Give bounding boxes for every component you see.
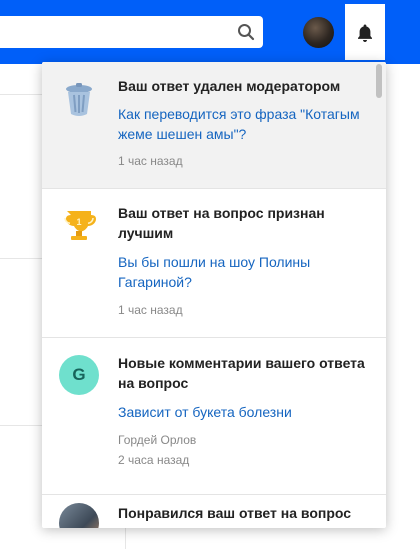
notification-item[interactable]: Понравился ваш ответ на вопрос	[42, 495, 386, 528]
page-divider	[0, 258, 42, 259]
top-bar	[0, 0, 420, 64]
question-link[interactable]: Как переводится это фраза "Котагым жеме …	[118, 104, 368, 144]
notification-time: 2 часа назад	[118, 453, 190, 467]
trophy-icon: 1	[64, 211, 96, 240]
letter-avatar: G	[59, 355, 99, 395]
search-input[interactable]	[0, 16, 263, 48]
trash-icon	[66, 83, 92, 116]
notifications-dropdown: Ваш ответ удален модератором Как перевод…	[42, 62, 386, 528]
notification-item[interactable]: 1 Ваш ответ на вопрос признан лучшим Вы …	[42, 189, 386, 338]
notification-title: Новые комментарии вашего ответа на вопро…	[118, 355, 365, 391]
bell-icon	[358, 24, 372, 42]
scrollbar[interactable]	[376, 64, 382, 98]
notification-title: Ваш ответ удален модератором	[118, 78, 341, 94]
notifications-button[interactable]	[345, 4, 385, 60]
notification-title: Понравился ваш ответ на вопрос	[118, 505, 352, 521]
notification-item[interactable]: G Новые комментарии вашего ответа на воп…	[42, 338, 386, 495]
notification-time: 1 час назад	[118, 154, 183, 168]
user-avatar	[59, 503, 99, 528]
notification-time: 1 час назад	[118, 303, 183, 317]
notification-item[interactable]: Ваш ответ удален модератором Как перевод…	[42, 62, 386, 189]
question-link[interactable]: Зависит от букета болезни	[118, 402, 368, 422]
page-divider	[0, 94, 42, 95]
question-link[interactable]: Вы бы пошли на шоу Полины Гагариной?	[118, 252, 368, 292]
notification-title: Ваш ответ на вопрос признан лучшим	[118, 205, 325, 241]
search-icon[interactable]	[237, 23, 255, 41]
page-divider	[125, 528, 126, 549]
author-name[interactable]: Гордей Орлов	[118, 432, 196, 448]
user-avatar[interactable]	[303, 17, 334, 48]
svg-text:1: 1	[76, 217, 81, 227]
page-divider	[0, 425, 42, 426]
